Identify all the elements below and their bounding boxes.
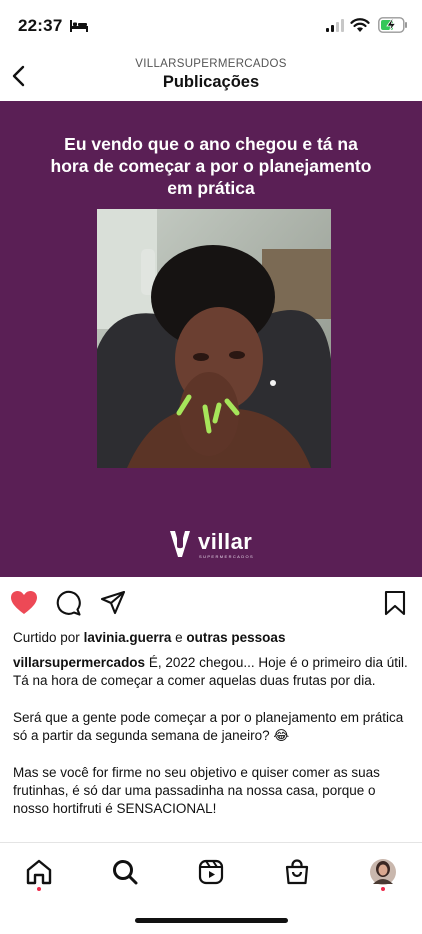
bookmark-icon [384, 590, 406, 616]
caption-paragraph-3: Mas se você for firme no seu objetivo e … [13, 764, 380, 817]
brand-logo-text: villar [198, 529, 253, 554]
shop-icon [285, 859, 309, 885]
nav-home-dot [37, 887, 41, 891]
home-icon [26, 859, 52, 885]
wifi-icon [350, 18, 370, 32]
bed-icon [70, 20, 88, 32]
comment-button[interactable] [53, 589, 83, 617]
reels-icon [198, 859, 224, 885]
nav-shop[interactable] [280, 855, 314, 889]
likes-user[interactable]: lavinia.guerra [84, 630, 172, 645]
status-bar: 22:37 [0, 0, 422, 52]
like-button[interactable] [9, 589, 39, 617]
likes-others[interactable]: outras pessoas [186, 630, 285, 645]
brand-logo-subtext: SUPERMERCADOS [199, 554, 255, 559]
post-headline: Eu vendo que o ano chegou e tá na hora d… [50, 134, 372, 198]
nav-home[interactable] [22, 855, 56, 889]
header-account-name[interactable]: VILLARSUPERMERCADOS [0, 58, 422, 70]
nav-search[interactable] [108, 855, 142, 889]
status-time: 22:37 [18, 16, 63, 35]
post-caption: villarsupermercados É, 2022 chegou... Ho… [13, 654, 411, 837]
profile-avatar [370, 859, 396, 885]
header: VILLARSUPERMERCADOS Publicações [0, 52, 422, 100]
nav-profile-dot [381, 887, 385, 891]
brand-logo: villar SUPERMERCADOS [168, 527, 268, 561]
nav-profile[interactable] [366, 855, 400, 889]
likes-summary[interactable]: Curtido por lavinia.guerra e outras pess… [13, 630, 409, 645]
heart-filled-icon [11, 591, 37, 614]
signal-icon [326, 19, 344, 32]
search-icon [113, 860, 138, 885]
save-button[interactable] [380, 589, 410, 617]
share-button[interactable] [98, 589, 128, 617]
post-image[interactable]: Eu vendo que o ano chegou e tá na hora d… [0, 101, 422, 577]
post-actions [0, 580, 422, 626]
page-title: Publicações [162, 73, 260, 91]
likes-connector: e [175, 630, 183, 645]
caption-username[interactable]: villarsupermercados [13, 655, 145, 670]
home-indicator[interactable] [135, 918, 288, 923]
battery-charging-icon [378, 17, 407, 33]
nav-reels[interactable] [194, 855, 228, 889]
caption-paragraph-1: villarsupermercados É, 2022 chegou... Ho… [13, 654, 411, 691]
comment-icon [56, 590, 81, 616]
caption-paragraph-2: Será que a gente pode começar a por o pl… [13, 709, 404, 744]
post-photo [97, 209, 331, 468]
likes-prefix: Curtido por [13, 630, 80, 645]
send-icon [100, 590, 126, 615]
